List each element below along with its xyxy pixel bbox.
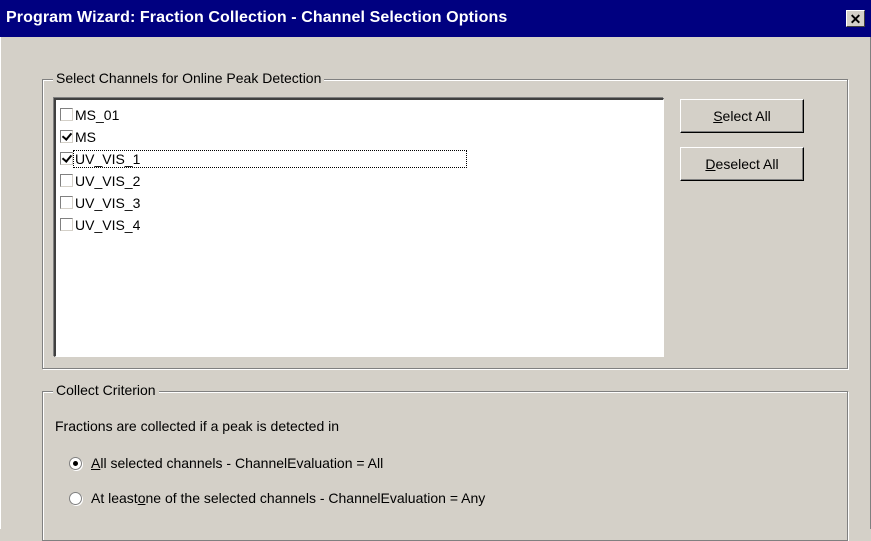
channel-checkbox[interactable] xyxy=(60,174,73,187)
channel-label: UV_VIS_3 xyxy=(75,194,141,211)
title-bar[interactable]: Program Wizard: Fraction Collection - Ch… xyxy=(0,0,871,37)
channels-group-title: Select Channels for Online Peak Detectio… xyxy=(53,70,325,86)
deselect-all-label: eselect All xyxy=(715,156,779,172)
radio-button[interactable] xyxy=(69,456,82,470)
criterion-description: Fractions are collected if a peak is det… xyxy=(55,418,340,434)
channel-checkbox[interactable] xyxy=(60,130,73,143)
deselect-all-button[interactable]: Deselect All xyxy=(680,147,804,181)
channel-label: MS xyxy=(75,128,96,145)
channel-label: UV_VIS_4 xyxy=(75,216,141,233)
select-all-label: elect All xyxy=(722,108,771,124)
deselect-all-mnemonic: D xyxy=(705,156,716,172)
radio-button[interactable] xyxy=(69,491,82,505)
channel-checkbox[interactable] xyxy=(60,218,73,231)
radio-label: ll selected channels - ChannelEvaluation… xyxy=(100,455,384,471)
list-item[interactable]: MS_01 xyxy=(60,104,660,125)
channel-checkbox[interactable] xyxy=(60,108,73,121)
channel-listbox[interactable]: MS_01 MS UV_VIS_1 UV_VIS_2 UV_VIS_3 UV_V… xyxy=(54,98,664,357)
radio-label: ne of the selected channels - ChannelEva… xyxy=(145,490,486,506)
list-item[interactable]: UV_VIS_2 xyxy=(60,170,660,191)
channel-label: UV_VIS_1 xyxy=(73,149,467,168)
list-item[interactable]: UV_VIS_1 xyxy=(60,148,660,169)
channel-checkbox[interactable] xyxy=(60,196,73,209)
select-all-button[interactable]: Select All xyxy=(680,99,804,133)
channel-label: UV_VIS_2 xyxy=(75,172,141,189)
radio-prefix: At least xyxy=(91,490,138,506)
close-icon: ✕ xyxy=(849,10,862,27)
list-item[interactable]: UV_VIS_3 xyxy=(60,192,660,213)
channel-checkbox[interactable] xyxy=(60,152,73,165)
channel-label: MS_01 xyxy=(75,106,120,123)
select-all-mnemonic: S xyxy=(713,108,723,124)
radio-mnemonic: A xyxy=(91,455,101,471)
list-item[interactable]: MS xyxy=(60,126,660,147)
window-title: Program Wizard: Fraction Collection - Ch… xyxy=(6,9,508,26)
radio-mnemonic: o xyxy=(137,490,146,506)
list-item[interactable]: UV_VIS_4 xyxy=(60,214,660,235)
radio-all-channels[interactable]: All selected channels - ChannelEvaluatio… xyxy=(69,455,383,471)
close-button[interactable]: ✕ xyxy=(846,10,865,27)
radio-any-channel[interactable]: At least o ne of the selected channels - … xyxy=(69,490,485,506)
criterion-group-title: Collect Criterion xyxy=(53,382,159,398)
